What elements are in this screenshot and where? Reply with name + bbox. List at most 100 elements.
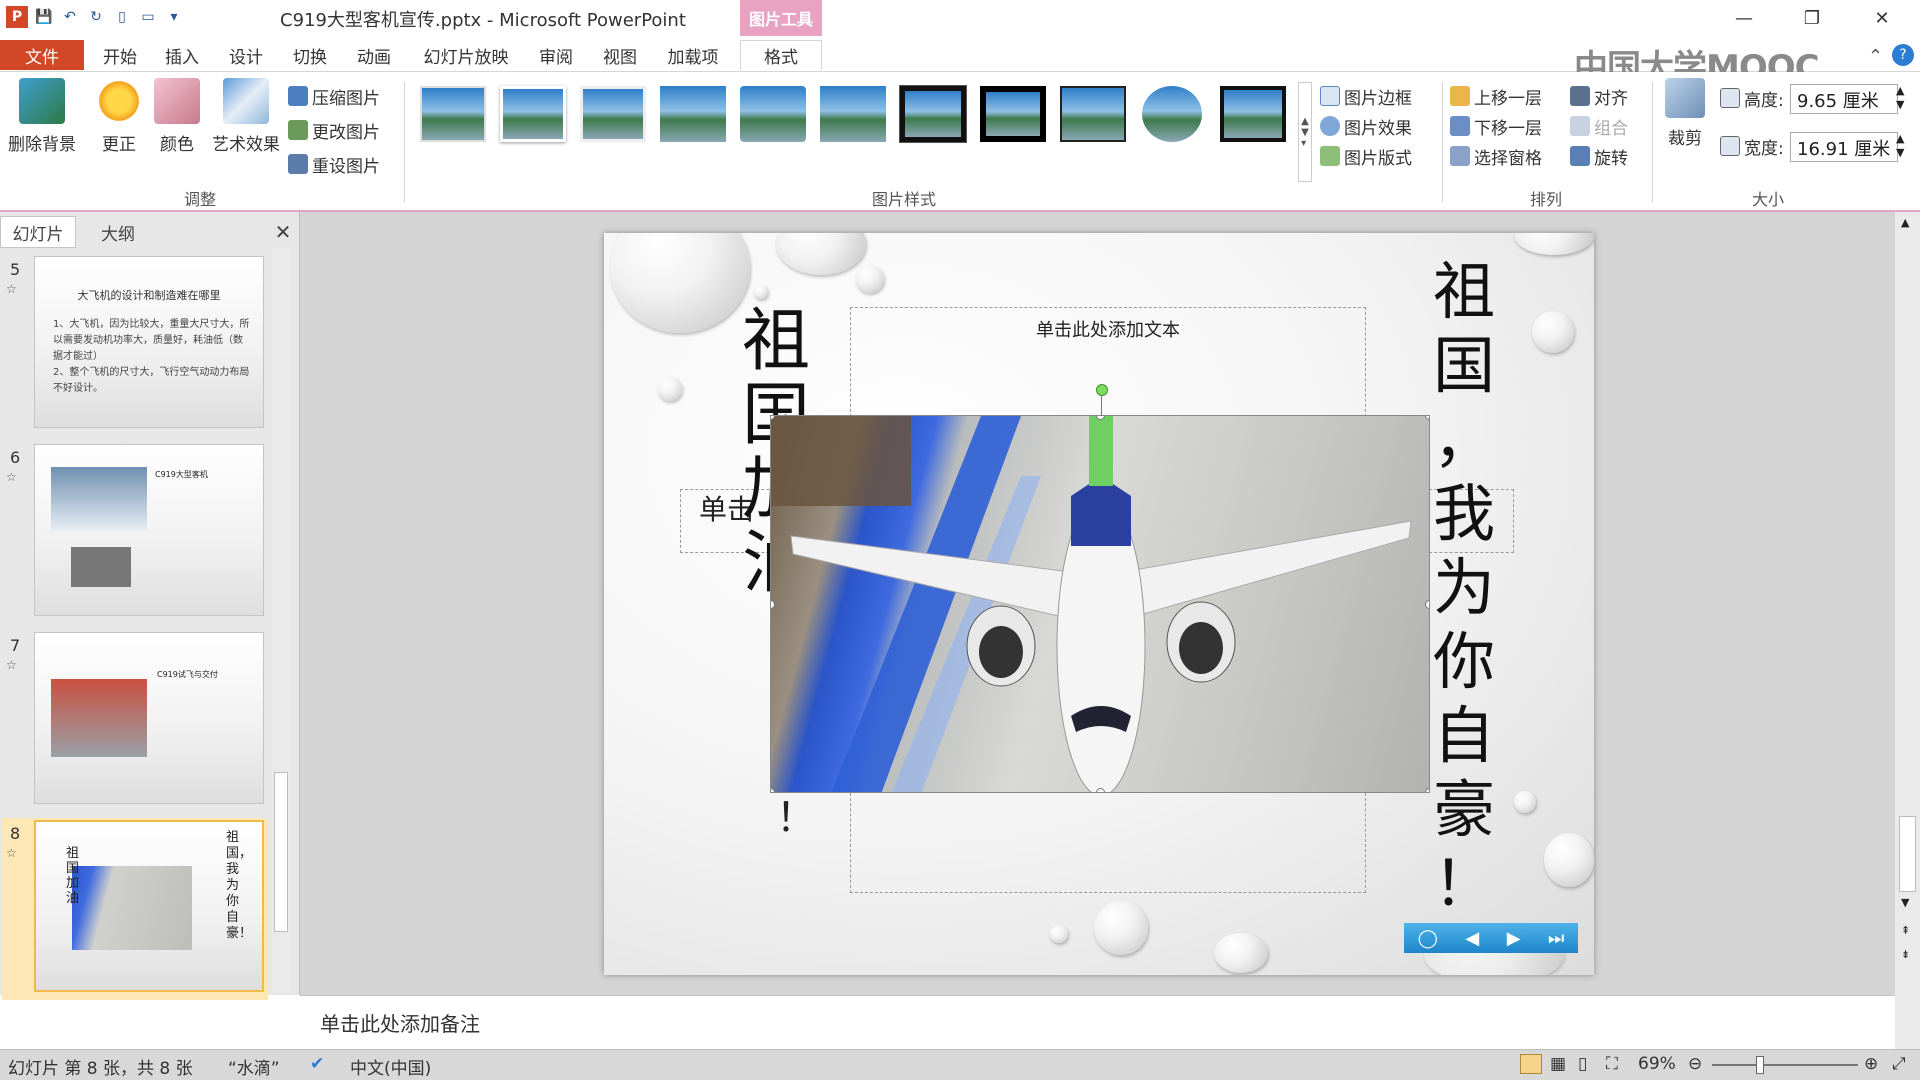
corrections-button[interactable]: 更正	[86, 78, 152, 178]
slide-thumbnail-6[interactable]: C919大型客机	[34, 444, 264, 616]
width-input[interactable]: 16.91 厘米	[1790, 132, 1898, 162]
text-placeholder-bottom[interactable]	[850, 793, 1366, 893]
redo-icon[interactable]: ↻	[86, 7, 106, 27]
tab-view[interactable]: 视图	[598, 40, 642, 70]
picture-style-10[interactable]	[1142, 86, 1202, 142]
picture-style-6[interactable]	[820, 86, 886, 142]
tab-outline[interactable]: 大纲	[80, 216, 156, 248]
spell-check-icon[interactable]: ✔	[310, 1054, 324, 1074]
close-panel-icon[interactable]: ✕	[268, 216, 298, 248]
height-input[interactable]: 9.65 厘米	[1790, 84, 1898, 114]
previous-slide-icon[interactable]: ⇞	[1901, 924, 1910, 937]
picture-style-9[interactable]	[1060, 86, 1126, 142]
zoom-slider-thumb[interactable]	[1756, 1056, 1764, 1074]
picture-style-8[interactable]	[980, 86, 1046, 142]
end-icon[interactable]: ⏭	[1548, 928, 1564, 949]
rotate-handle[interactable]	[1096, 384, 1108, 396]
slide-nav-bar[interactable]: ◯ ◀ ▶ ⏭	[1404, 923, 1578, 953]
tab-format[interactable]: 格式	[740, 40, 822, 70]
zoom-out-icon[interactable]: ⊖	[1688, 1054, 1702, 1074]
width-spinner[interactable]: ▲ ▼	[1896, 132, 1904, 160]
tab-review[interactable]: 审阅	[534, 40, 578, 70]
customize-qat-icon[interactable]: ▾	[164, 7, 184, 27]
new-file-icon[interactable]: ▯	[112, 7, 132, 27]
zoom-slider-track[interactable]	[1712, 1064, 1858, 1066]
group-button[interactable]: 组合	[1570, 112, 1628, 140]
animation-star-icon: ☆	[6, 282, 17, 296]
undo-icon[interactable]: ↶	[60, 7, 80, 27]
bring-forward-button[interactable]: 上移一层	[1450, 82, 1542, 110]
print-icon[interactable]: ▭	[138, 7, 158, 27]
picture-style-2[interactable]	[500, 86, 566, 142]
scroll-down-icon[interactable]: ▼	[1901, 896, 1909, 909]
restore-button[interactable]: ❐	[1790, 4, 1834, 32]
artistic-effects-button[interactable]: 艺术效果	[206, 78, 286, 178]
tab-slides[interactable]: 幻灯片	[0, 216, 76, 248]
fit-to-window-icon[interactable]: ⤢	[1892, 1054, 1906, 1074]
scroll-up-icon[interactable]: ▲	[1901, 216, 1909, 229]
slide-thumbnail-5[interactable]: 大飞机的设计和制造难在哪里 1、大飞机，因为比较大，重量大尺寸大，所以需要发动机…	[34, 256, 264, 428]
group-icon	[1570, 116, 1590, 136]
tab-addins[interactable]: 加载项	[660, 40, 726, 70]
change-picture-button[interactable]: 更改图片	[288, 116, 380, 144]
slideshow-icon[interactable]: ⛶	[1606, 1054, 1618, 1074]
language-indicator[interactable]: 中文(中国)	[350, 1054, 431, 1079]
text-placeholder-top[interactable]: 单击此处添加文本	[850, 307, 1366, 417]
picture-style-11[interactable]	[1220, 86, 1286, 142]
thumbnail-image	[71, 547, 131, 587]
rotate-button[interactable]: 旋转	[1570, 142, 1628, 170]
notes-pane[interactable]: 单击此处添加备注	[300, 995, 1895, 1049]
reading-view-icon[interactable]: ▯	[1578, 1054, 1587, 1074]
tab-slideshow[interactable]: 幻灯片放映	[416, 40, 516, 70]
align-button[interactable]: 对齐	[1570, 82, 1628, 110]
slide-sorter-icon[interactable]: ▦	[1550, 1054, 1566, 1074]
placeholder-text: 单击此处添加文本	[1036, 320, 1180, 341]
slide-counter: 幻灯片 第 8 张，共 8 张	[8, 1059, 193, 1079]
resize-handle[interactable]	[1425, 788, 1429, 792]
styles-gallery-scroll[interactable]: ▲ ▼ ▾	[1298, 82, 1312, 182]
back-icon[interactable]: ◀	[1465, 928, 1479, 949]
remove-background-button[interactable]: 删除背景	[4, 78, 80, 178]
right-vertical-title[interactable]: 祖 国 ， 我 为 你 自 豪 ！	[1424, 255, 1504, 921]
reset-picture-button[interactable]: 重设图片	[288, 150, 380, 178]
collapse-ribbon-icon[interactable]: ⌃	[1868, 46, 1883, 67]
crop-button[interactable]: 裁剪	[1656, 78, 1714, 178]
picture-style-1[interactable]	[420, 86, 486, 142]
minimize-button[interactable]: —	[1722, 4, 1766, 32]
tab-home[interactable]: 开始	[98, 40, 142, 70]
picture-style-7[interactable]	[899, 85, 967, 143]
normal-view-icon[interactable]	[1520, 1054, 1542, 1074]
zoom-in-icon[interactable]: ⊕	[1864, 1054, 1878, 1074]
picture-border-button[interactable]: 图片边框	[1320, 82, 1412, 110]
tab-animations[interactable]: 动画	[352, 40, 396, 70]
picture-layout-button[interactable]: 图片版式	[1320, 142, 1412, 170]
height-spinner[interactable]: ▲ ▼	[1896, 84, 1904, 112]
tab-insert[interactable]: 插入	[160, 40, 204, 70]
color-button[interactable]: 颜色	[144, 78, 210, 178]
selection-pane-button[interactable]: 选择窗格	[1450, 142, 1542, 170]
help-icon[interactable]: ?	[1892, 44, 1914, 66]
slide-thumbnail-8[interactable]: 祖国加油 祖国，我为你自豪！	[34, 820, 264, 992]
send-backward-button[interactable]: 下移一层	[1450, 112, 1542, 140]
tab-transitions[interactable]: 切换	[288, 40, 332, 70]
slide-thumbnail-7[interactable]: C919试飞与交付	[34, 632, 264, 804]
picture-style-4[interactable]	[660, 86, 726, 142]
resize-handle[interactable]	[1425, 600, 1429, 609]
home-icon[interactable]: ◯	[1418, 928, 1438, 949]
tab-design[interactable]: 设计	[224, 40, 268, 70]
picture-style-5[interactable]	[740, 86, 806, 142]
forward-icon[interactable]: ▶	[1507, 928, 1521, 949]
airplane-picture[interactable]	[770, 415, 1430, 793]
next-slide-icon[interactable]: ⇟	[1901, 948, 1910, 961]
powerpoint-logo-icon[interactable]: P	[6, 6, 28, 28]
zoom-level[interactable]: 69%	[1638, 1054, 1676, 1074]
slides-panel-scroll-thumb[interactable]	[274, 772, 288, 932]
compress-pictures-button[interactable]: 压缩图片	[288, 82, 380, 110]
resize-handle[interactable]	[1096, 788, 1105, 792]
picture-effects-button[interactable]: 图片效果	[1320, 112, 1412, 140]
close-button[interactable]: ✕	[1860, 4, 1904, 32]
main-scroll-thumb[interactable]	[1899, 816, 1916, 892]
tab-file[interactable]: 文件	[0, 40, 84, 70]
save-icon[interactable]: 💾	[34, 7, 54, 27]
picture-style-3[interactable]	[580, 86, 646, 142]
